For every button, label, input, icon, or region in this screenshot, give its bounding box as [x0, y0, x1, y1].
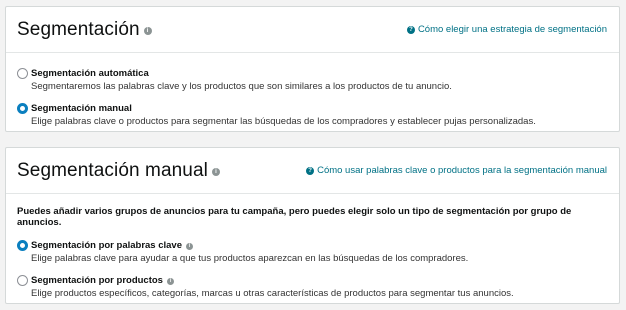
auto-targeting-radio[interactable] [17, 68, 28, 79]
keyword-targeting-description: Elige palabras clave para ayudar a que t… [31, 253, 469, 264]
manual-targeting-card-header: Segmentación manual i ? Cómo usar palabr… [6, 148, 619, 194]
product-targeting-radio[interactable] [17, 275, 28, 286]
info-icon[interactable]: i [211, 167, 220, 176]
targeting-help-link-label: Cómo elegir una estrategia de segmentaci… [417, 24, 607, 35]
auto-targeting-description: Segmentaremos las palabras clave y los p… [31, 81, 452, 92]
manual-targeting-radio[interactable] [17, 103, 28, 114]
targeting-card: Segmentación i ? Cómo elegir una estrate… [5, 6, 620, 132]
auto-targeting-option[interactable]: Segmentación automática Segmentaremos la… [17, 68, 608, 93]
product-targeting-label: Segmentación por productos [31, 275, 163, 286]
info-icon[interactable]: i [186, 242, 194, 250]
question-circle-icon: ? [306, 166, 315, 175]
targeting-title-wrap: Segmentación i [17, 19, 152, 41]
targeting-card-header: Segmentación i ? Cómo elegir una estrate… [6, 7, 619, 53]
manual-targeting-description: Elige palabras clave o productos para se… [31, 116, 536, 127]
manual-targeting-help-link[interactable]: ? Cómo usar palabras clave o productos p… [306, 165, 607, 176]
product-targeting-option[interactable]: Segmentación por productos i Elige produ… [17, 275, 608, 300]
keyword-targeting-radio[interactable] [17, 240, 28, 251]
targeting-card-body: Segmentación automática Segmentaremos la… [6, 53, 619, 128]
manual-targeting-card-body: Puedes añadir varios grupos de anuncios … [6, 194, 619, 300]
info-icon[interactable]: i [166, 277, 174, 285]
manual-targeting-title: Segmentación manual [17, 159, 208, 181]
manual-targeting-label: Segmentación manual [31, 103, 132, 114]
manual-targeting-card: Segmentación manual i ? Cómo usar palabr… [5, 147, 620, 304]
manual-targeting-title-wrap: Segmentación manual i [17, 160, 220, 182]
product-targeting-label-wrap: Segmentación por productos i [31, 275, 514, 287]
manual-targeting-intro: Puedes añadir varios grupos de anuncios … [17, 206, 572, 228]
keyword-targeting-option[interactable]: Segmentación por palabras clave i Elige … [17, 240, 608, 265]
manual-targeting-help-link-label: Cómo usar palabras clave o productos par… [317, 165, 607, 176]
product-targeting-description: Elige productos específicos, categorías,… [31, 288, 514, 299]
info-icon[interactable]: i [143, 26, 152, 35]
targeting-strategy-help-link[interactable]: ? Cómo elegir una estrategia de segmenta… [406, 24, 607, 35]
auto-targeting-label: Segmentación automática [31, 68, 149, 79]
keyword-targeting-label: Segmentación por palabras clave [31, 240, 183, 251]
question-circle-icon: ? [406, 25, 415, 34]
keyword-targeting-label-wrap: Segmentación por palabras clave i [31, 240, 468, 252]
manual-targeting-option[interactable]: Segmentación manual Elige palabras clave… [17, 103, 608, 128]
targeting-title: Segmentación [17, 18, 140, 40]
